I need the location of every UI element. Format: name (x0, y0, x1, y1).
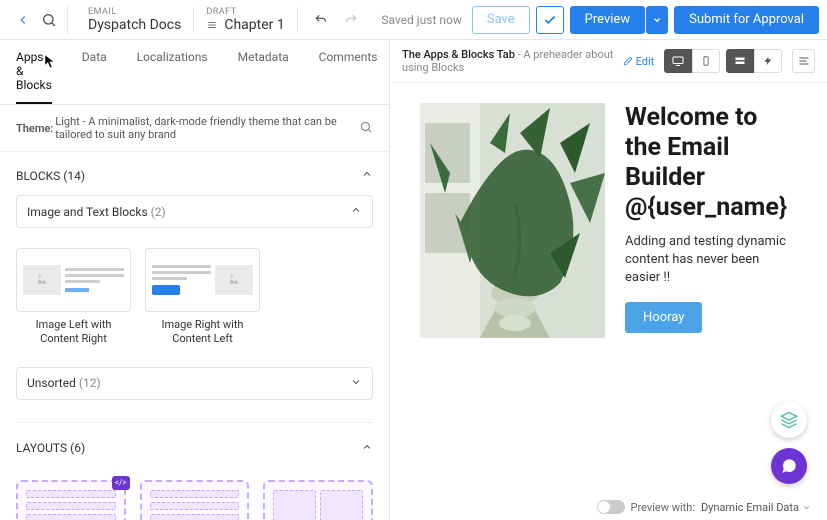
layout-two-column[interactable]: Two Column (263, 480, 373, 520)
edit-subject-button[interactable]: Edit (623, 55, 655, 68)
tab-data[interactable]: Data (82, 40, 107, 104)
device-desktop-button[interactable] (664, 49, 692, 73)
tab-localizations[interactable]: Localizations (137, 40, 208, 104)
chat-fab-button[interactable] (771, 448, 807, 484)
email-heading[interactable]: Welcome to the Email Builder @{user_name… (625, 103, 797, 223)
submit-approval-button[interactable]: Submit for Approval (674, 6, 819, 34)
device-mobile-button[interactable] (692, 49, 720, 73)
email-cta-button[interactable]: Hooray (625, 302, 702, 333)
chevron-up-icon (361, 441, 373, 456)
layouts-header[interactable]: LAYOUTS (6) (16, 435, 373, 462)
chevron-down-icon (802, 503, 811, 512)
email-body-text[interactable]: Adding and testing dynamic content has n… (625, 233, 797, 288)
chevron-up-icon (361, 168, 373, 183)
save-status: Saved just now (381, 13, 461, 27)
view-mode-flash-button[interactable] (754, 49, 782, 73)
email-hero-image[interactable] (420, 103, 605, 338)
redo-button[interactable] (340, 9, 362, 31)
email-subject-preview: The Apps & Blocks Tab - A preheader abou… (402, 48, 623, 74)
layout-custom-dml[interactable]: </> Custom DML (16, 480, 126, 520)
block-image-right[interactable]: Image Right with Content Left (145, 248, 260, 347)
undo-button[interactable] (310, 9, 332, 31)
layout-single-column[interactable]: Single Column (140, 480, 250, 520)
tab-metadata[interactable]: Metadata (238, 40, 289, 104)
view-mode-card-button[interactable] (726, 49, 754, 73)
image-placeholder-icon (23, 265, 61, 295)
preview-button[interactable]: Preview (570, 6, 645, 34)
layers-fab-button[interactable] (771, 402, 807, 438)
unsorted-blocks-group[interactable]: Unsorted (12) (16, 367, 373, 400)
code-badge-icon: </> (112, 476, 130, 490)
approve-check-button[interactable] (536, 6, 564, 34)
search-button[interactable] (38, 5, 68, 35)
save-button[interactable]: Save (472, 6, 530, 34)
tab-apps-blocks[interactable]: Apps & Blocks (16, 40, 52, 104)
theme-selector[interactable]: Theme: Light - A minimalist, dark-mode f… (0, 105, 389, 152)
chevron-up-icon (350, 204, 362, 219)
list-icon (206, 20, 218, 30)
preview-dropdown[interactable] (646, 6, 668, 34)
image-text-blocks-group[interactable]: Image and Text Blocks (2) (16, 195, 373, 228)
back-button[interactable] (8, 5, 38, 35)
preview-with-label: Preview with: (631, 501, 695, 514)
breadcrumb-email[interactable]: EMAIL Dyspatch Docs (76, 7, 194, 33)
block-image-left[interactable]: Image Left with Content Right (16, 248, 131, 347)
preview-data-toggle[interactable] (597, 500, 625, 514)
tab-comments[interactable]: Comments (319, 40, 378, 104)
breadcrumb-draft[interactable]: DRAFT Chapter 1 (194, 7, 297, 33)
layers-icon (780, 411, 798, 429)
align-button[interactable] (792, 49, 815, 73)
email-canvas[interactable]: Welcome to the Email Builder @{user_name… (390, 83, 827, 520)
theme-search-icon[interactable] (359, 120, 373, 137)
image-placeholder-icon (215, 265, 253, 295)
chat-icon (780, 457, 798, 475)
pencil-icon (623, 56, 633, 66)
chevron-down-icon (350, 376, 362, 391)
preview-data-dropdown[interactable]: Dynamic Email Data (701, 501, 811, 514)
blocks-header[interactable]: BLOCKS (14) (16, 162, 373, 189)
